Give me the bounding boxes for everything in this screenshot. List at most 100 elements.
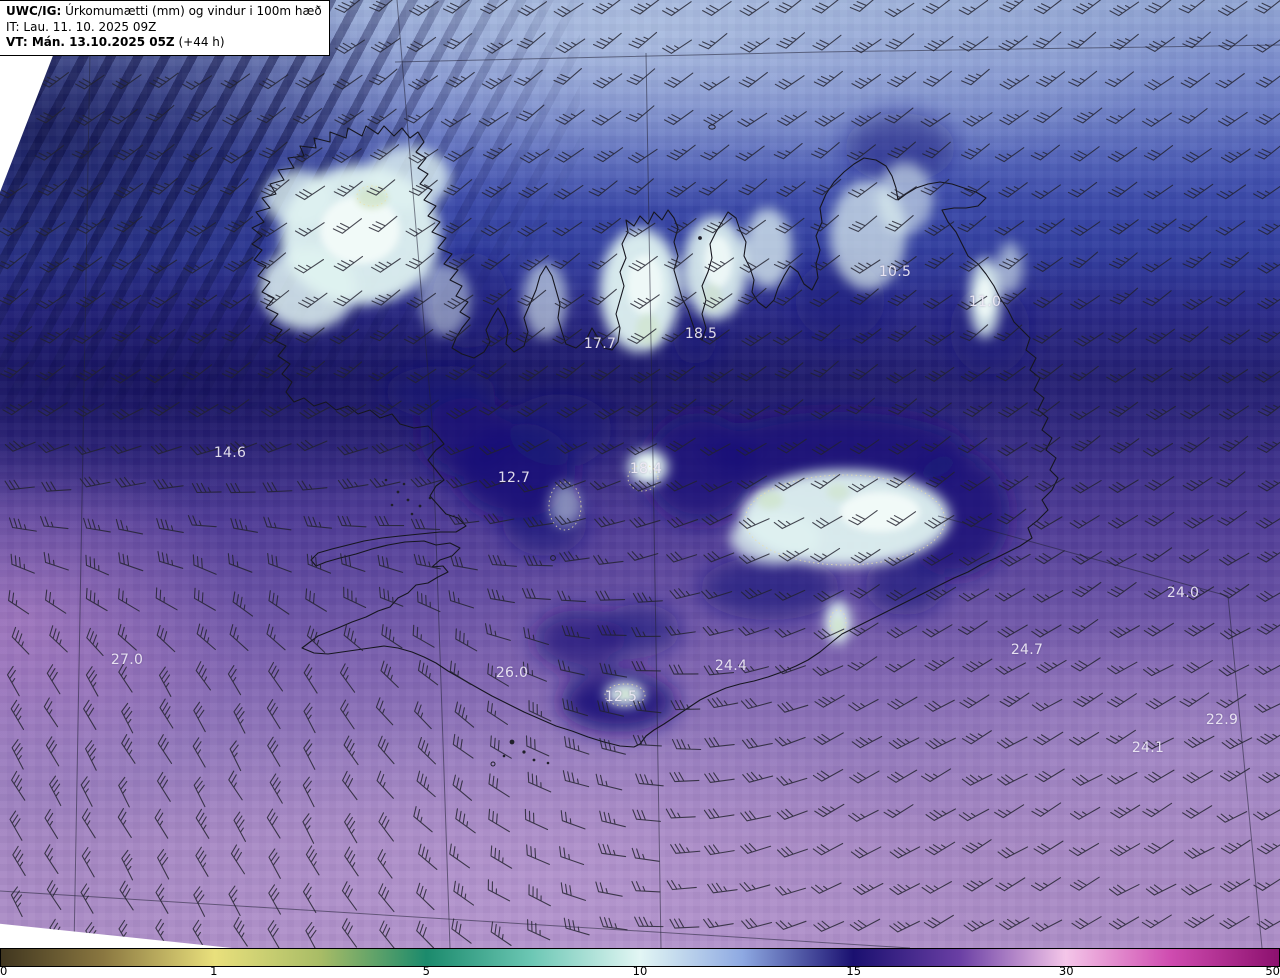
wind-barb [667,138,695,163]
wind-barb [669,665,698,674]
wind-barb [1145,469,1174,492]
wind-barb [672,740,701,750]
wind-barb [84,628,110,655]
wind-barb [220,392,248,416]
weather-map-page: 10.511.017.718.514.612.718.424.024.727.0… [0,0,1280,978]
wind-barb [262,397,291,419]
wind-barb [1109,395,1137,419]
wind-barb [415,844,443,869]
wind-barb [338,554,368,572]
wind-barb [812,0,840,16]
wind-barb [120,850,141,880]
wind-barb [517,26,545,51]
wind-barb [814,725,843,747]
wind-barb [776,880,806,897]
wind-barb [1257,613,1280,636]
wind-barb [1144,616,1173,639]
wind-barb [1109,876,1139,897]
wind-barb [261,322,289,346]
wind-barb [849,357,877,382]
wind-barb [850,911,879,932]
wind-barb [0,246,26,271]
wind-barb [628,142,657,165]
wind-barb [741,31,769,55]
wind-barb [1257,833,1280,856]
wind-barb [266,921,288,948]
wind-barb [449,556,479,570]
wind-barb [925,324,954,348]
wind-barb [450,775,478,800]
wind-barb [663,33,692,56]
wind-barb [1072,767,1102,788]
wind-barb [960,687,989,710]
wind-barb [116,809,139,838]
wind-barb [1108,686,1137,709]
wind-barb [443,211,471,236]
wind-barb [370,0,397,14]
wind-barb [298,479,327,491]
wind-barb [487,846,516,868]
wind-barb [229,519,259,533]
wind-barb [375,516,404,525]
wind-barb [481,0,509,16]
wind-barb [10,740,31,769]
wind-barb [482,68,511,92]
wind-barb [775,356,803,381]
wind-barb [996,870,1025,893]
wind-barb [627,62,654,87]
wind-barb [670,771,699,781]
wind-barb [1073,0,1101,17]
wind-barb [188,288,217,312]
wind-barb [704,362,733,385]
wind-barb [1033,583,1062,605]
wind-barb [3,394,32,418]
wind-barb [155,519,185,533]
wind-barb [304,626,331,652]
wind-barb [777,803,807,821]
wind-barb [38,395,67,418]
wind-barb [80,848,102,877]
wind-barb [777,770,807,787]
model-name: UWC/IG: [6,4,61,18]
wind-barb [813,836,842,857]
wind-barb [926,834,955,857]
wind-barb [1143,284,1171,309]
wind-barb [705,770,734,783]
wind-barb [113,400,142,421]
wind-barb [743,735,773,749]
wind-barb [376,813,400,841]
wind-barb [1183,141,1212,165]
wind-barb [151,438,181,455]
wind-barb [705,842,735,855]
wind-barb [963,651,992,674]
wind-barb [35,138,63,162]
wind-barb [1071,214,1100,238]
wind-barb [375,555,405,572]
wind-barb [487,922,516,945]
wind-barb [81,700,103,729]
wind-barb [1254,870,1280,893]
wind-barb [958,209,986,234]
wind-barb [445,140,473,164]
wind-barb [84,667,106,696]
wind-barb [888,319,916,344]
wind-barb [701,138,729,163]
wind-barb [628,545,658,562]
wind-barb [704,806,734,819]
wind-barb [1001,547,1030,569]
wind-barb [1258,288,1280,312]
wind-barb [742,325,771,348]
map-canvas: 10.511.017.718.514.612.718.424.024.727.0… [0,0,1280,948]
wind-barb [43,809,66,838]
wind-barb [76,104,105,128]
wind-barb [302,703,323,732]
wind-barb [1110,618,1139,640]
wind-barb [1146,689,1175,711]
wind-barb [962,62,990,87]
wind-barb [1034,357,1062,382]
wind-barb [1069,612,1098,636]
wind-barb [414,771,441,796]
wind-barb [265,809,288,838]
wind-barb [257,101,285,126]
wind-barb [1185,907,1214,930]
